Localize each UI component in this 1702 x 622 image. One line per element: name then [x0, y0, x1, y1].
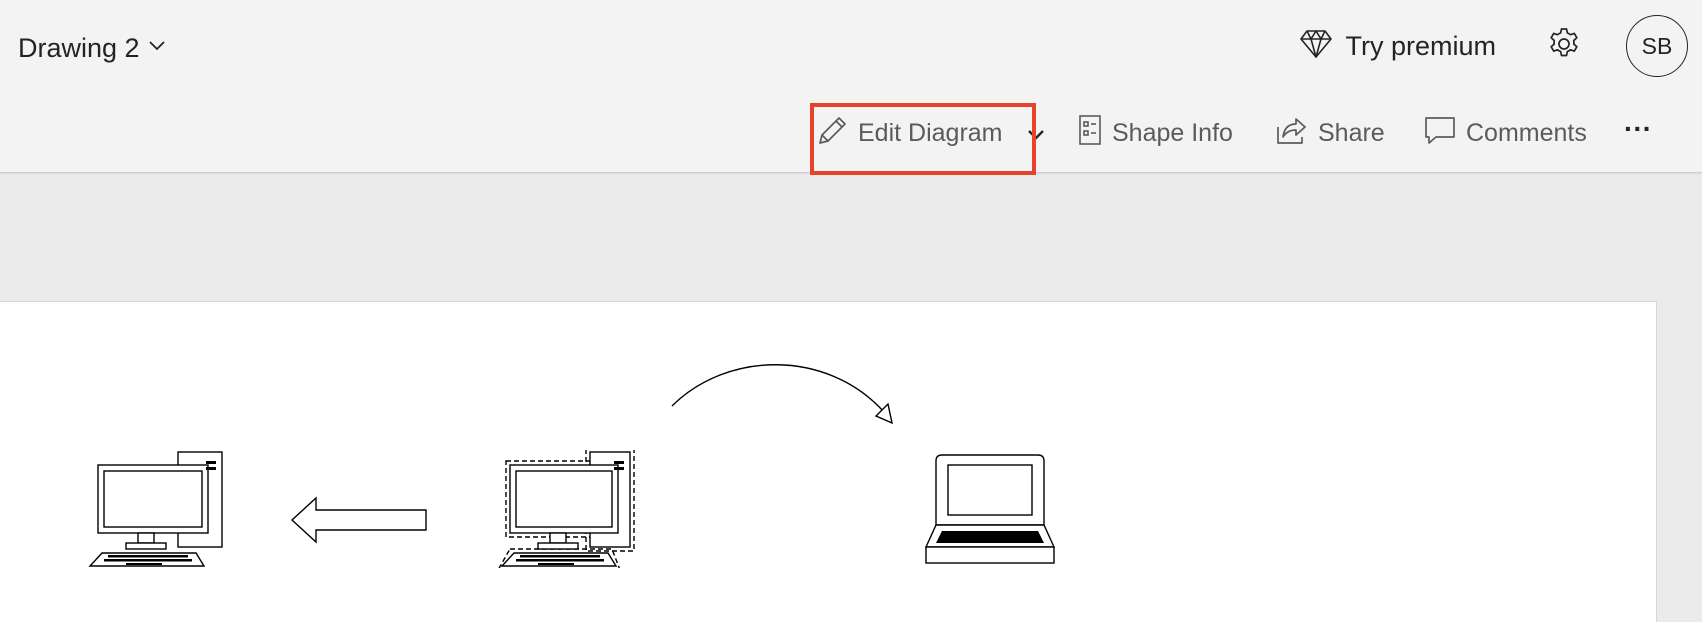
ellipsis-icon: ···	[1624, 113, 1652, 144]
chevron-down-icon[interactable]	[1027, 119, 1045, 148]
shape-info-label: Shape Info	[1112, 118, 1233, 147]
app-header: Drawing 2 Try premium SB Edit Diagram Sh…	[0, 0, 1702, 175]
share-label: Share	[1318, 118, 1385, 147]
share-button[interactable]: Share	[1276, 110, 1385, 156]
share-arrow-icon	[1276, 115, 1308, 152]
desktop-computer-shape[interactable]	[86, 450, 226, 573]
selected-desktop-computer-shape[interactable]	[496, 447, 638, 573]
document-list-icon	[1078, 114, 1102, 153]
edit-diagram-button[interactable]: Edit Diagram	[818, 110, 1045, 156]
diamond-icon	[1299, 29, 1333, 64]
try-premium-label: Try premium	[1345, 30, 1496, 61]
laptop-shape[interactable]	[922, 453, 1066, 570]
gear-icon	[1546, 26, 1582, 67]
canvas-margin	[1657, 301, 1702, 604]
header-actions: Try premium SB	[1299, 14, 1688, 78]
more-options-button[interactable]: ···	[1624, 106, 1652, 152]
avatar[interactable]: SB	[1626, 15, 1688, 77]
comments-button[interactable]: Comments	[1424, 110, 1587, 156]
document-title-menu[interactable]: Drawing 2	[18, 28, 166, 68]
chevron-down-icon[interactable]	[148, 39, 166, 57]
shape-info-button[interactable]: Shape Info	[1078, 110, 1233, 156]
curved-connector-shape[interactable]	[666, 358, 906, 433]
comments-label: Comments	[1466, 118, 1587, 147]
try-premium-button[interactable]: Try premium	[1299, 29, 1496, 64]
drawing-canvas[interactable]	[0, 301, 1657, 622]
settings-button[interactable]	[1546, 26, 1582, 67]
pencil-icon	[818, 115, 848, 152]
left-arrow-shape[interactable]	[290, 494, 430, 551]
speech-bubble-icon	[1424, 114, 1456, 153]
document-title[interactable]: Drawing 2	[18, 33, 140, 64]
edit-diagram-label: Edit Diagram	[858, 118, 1003, 147]
